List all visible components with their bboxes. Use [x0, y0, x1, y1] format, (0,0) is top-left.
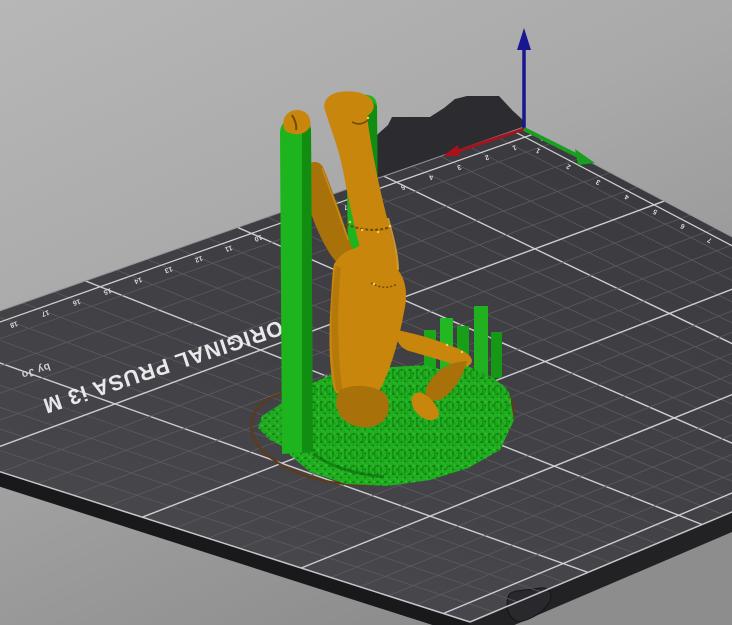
slicer-3d-viewport[interactable]: 012345678910111213141516171812345678 ORI… — [0, 0, 732, 625]
viewport-3d-canvas[interactable]: 012345678910111213141516171812345678 ORI… — [0, 0, 732, 625]
support-pillar-left[interactable] — [280, 110, 313, 454]
